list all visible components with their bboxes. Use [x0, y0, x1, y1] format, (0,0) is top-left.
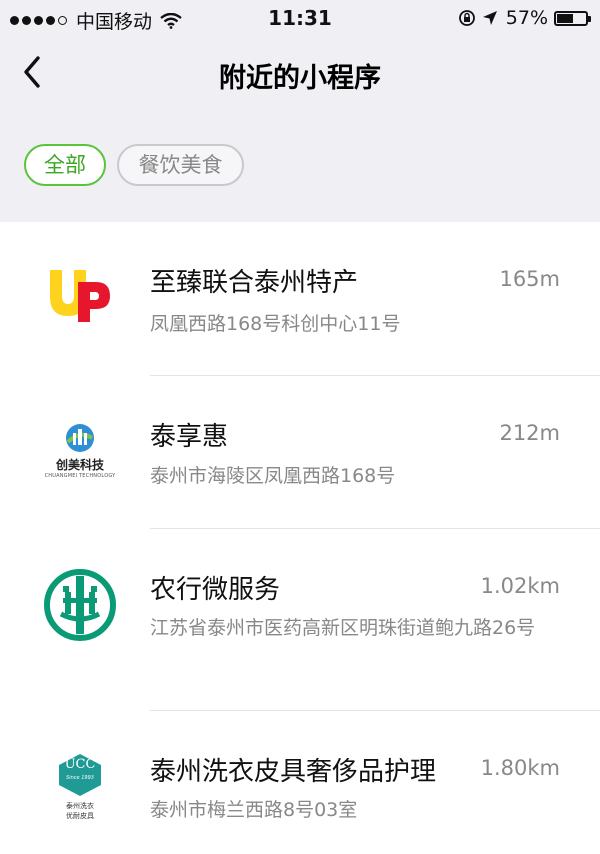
item-distance: 1.80km: [480, 756, 560, 780]
chuangmei-logo: 创美科技 CHUANGMEI TECHNOLOGY: [40, 410, 120, 490]
nav-bar: 附近的小程序: [0, 36, 600, 108]
battery-percent: 57%: [505, 7, 548, 29]
list-item[interactable]: 创美科技 CHUANGMEI TECHNOLOGY 泰享惠 212m 泰州市海陵…: [0, 376, 600, 529]
item-address: 凤凰西路168号科创中心11号: [150, 313, 401, 335]
item-distance: 165m: [499, 267, 560, 291]
logo-since: Since 1993: [66, 775, 94, 781]
list-item[interactable]: 农行微服务 1.02km 江苏省泰州市医药高新区明珠街道鲍九路26号: [0, 529, 600, 711]
item-distance: 1.02km: [480, 574, 560, 598]
filter-chip-all[interactable]: 全部: [24, 144, 106, 186]
logo-caption: 泰州洗衣: [66, 802, 94, 810]
item-address: 泰州市海陵区凤凰西路168号: [150, 465, 396, 487]
logo-text: UCC: [64, 757, 96, 772]
item-distance: 212m: [499, 421, 560, 445]
item-name: 农行微服务: [150, 575, 281, 605]
item-name: 至臻联合泰州特产: [150, 268, 359, 298]
up-logo: [40, 254, 120, 334]
page-title: 附近的小程序: [219, 63, 381, 94]
battery-icon: [554, 10, 591, 26]
status-bar: 中国移动 11:31 57%: [0, 0, 600, 36]
rotation-lock-icon: [458, 10, 475, 26]
logo-text: 创美科技: [55, 457, 104, 472]
status-right: 57%: [458, 7, 591, 29]
location-arrow-icon: [482, 11, 497, 25]
filter-bar: 全部 餐饮美食: [0, 108, 600, 222]
item-name: 泰州洗衣皮具奢侈品护理: [150, 757, 437, 787]
item-address: 江苏省泰州市医药高新区明珠街道鲍九路26号: [150, 617, 536, 639]
list-item[interactable]: UCC Since 1993 泰州洗衣 优耐皮具 泰州洗衣皮具奢侈品护理 1.8…: [0, 711, 600, 854]
ucc-logo: UCC Since 1993 泰州洗衣 优耐皮具: [40, 747, 120, 827]
item-name: 泰享惠: [150, 422, 229, 452]
list-item[interactable]: 至臻联合泰州特产 165m 凤凰西路168号科创中心11号: [0, 222, 600, 376]
abc-bank-logo: [40, 565, 120, 645]
item-address: 泰州市梅兰西路8号03室: [150, 799, 358, 821]
filter-chip-food[interactable]: 餐饮美食: [117, 144, 244, 186]
logo-subtext: CHUANGMEI TECHNOLOGY: [44, 472, 116, 479]
logo-caption: 优耐皮具: [66, 812, 94, 820]
